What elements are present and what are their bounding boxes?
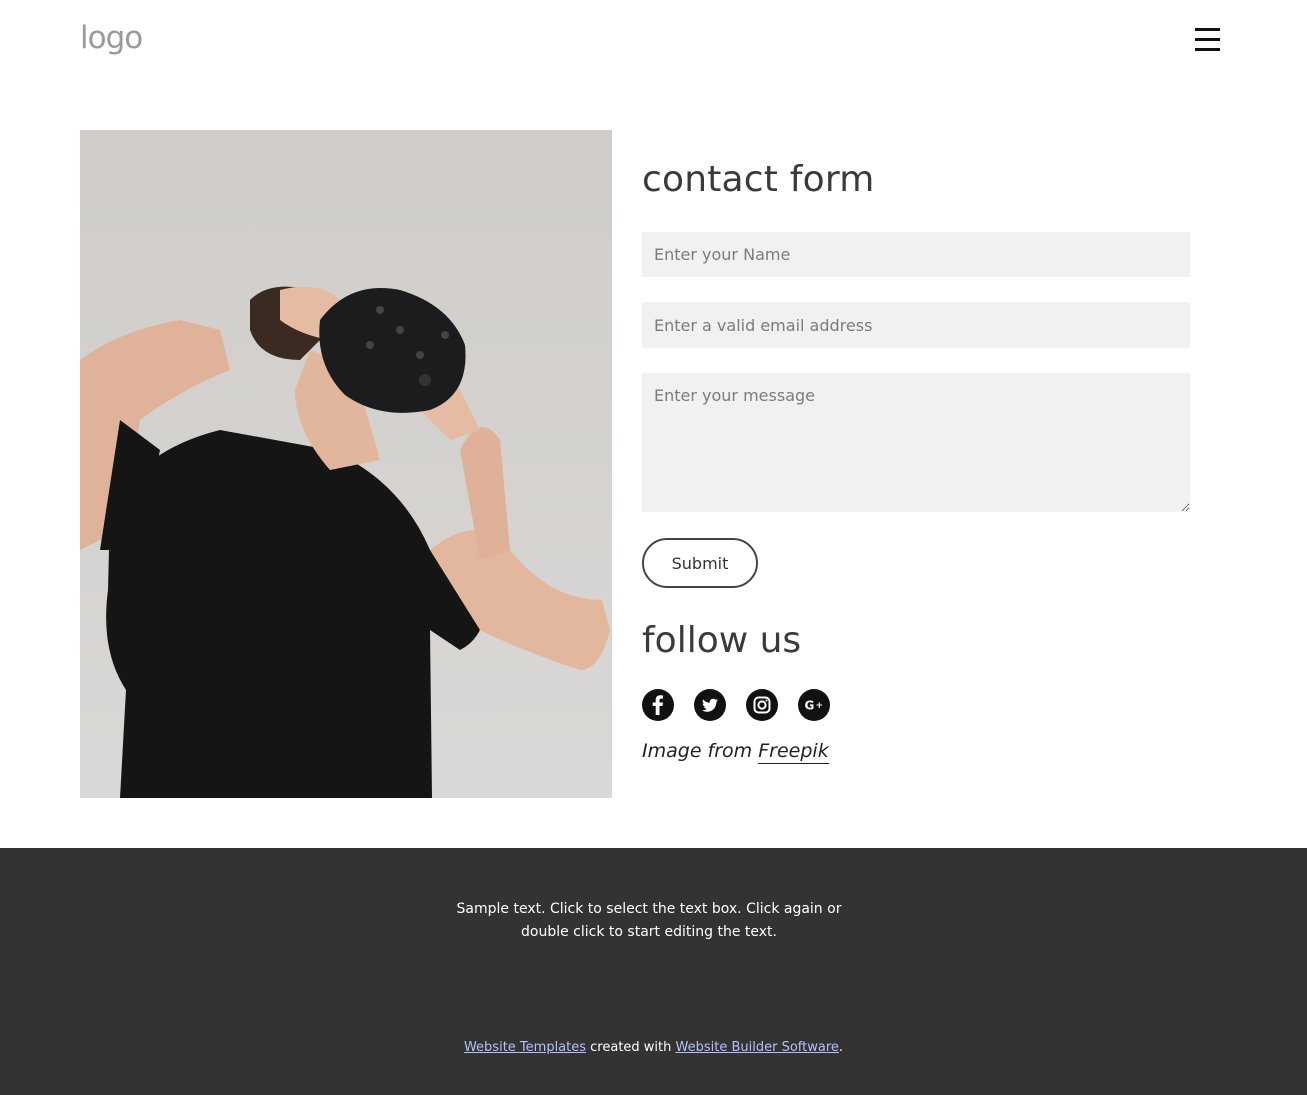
hamburger-menu-icon[interactable] [1195,27,1221,53]
website-templates-link[interactable]: Website Templates [464,1040,586,1055]
website-builder-link[interactable]: Website Builder Software [676,1040,839,1055]
submit-button[interactable]: Submit [642,538,758,588]
message-textarea[interactable] [642,373,1190,512]
name-input[interactable] [642,232,1190,277]
svg-text:+: + [816,701,824,711]
footer-credit: Website Templates created with Website B… [0,1038,1307,1058]
svg-text:G: G [805,699,815,713]
logo[interactable]: logo [80,18,143,58]
vr-headset-photo [80,130,612,798]
contact-form-title: contact form [642,159,875,200]
twitter-icon[interactable] [694,689,726,721]
instagram-icon[interactable] [746,689,778,721]
image-credit-prefix: Image from [642,740,753,762]
footer-sample-text[interactable]: Sample text. Click to select the text bo… [433,898,865,944]
google-plus-icon[interactable]: G + [798,689,830,721]
footer-credit-middle: created with [586,1040,676,1055]
site-header: logo [0,0,1307,80]
email-input[interactable] [642,302,1190,348]
footer-credit-suffix: . [838,1040,844,1055]
footer: Sample text. Click to select the text bo… [0,848,1307,1095]
facebook-icon[interactable] [642,689,674,721]
image-credit: Image from Freepik [642,737,829,765]
freepik-link[interactable]: Freepik [758,740,829,764]
follow-us-title: follow us [642,620,802,661]
